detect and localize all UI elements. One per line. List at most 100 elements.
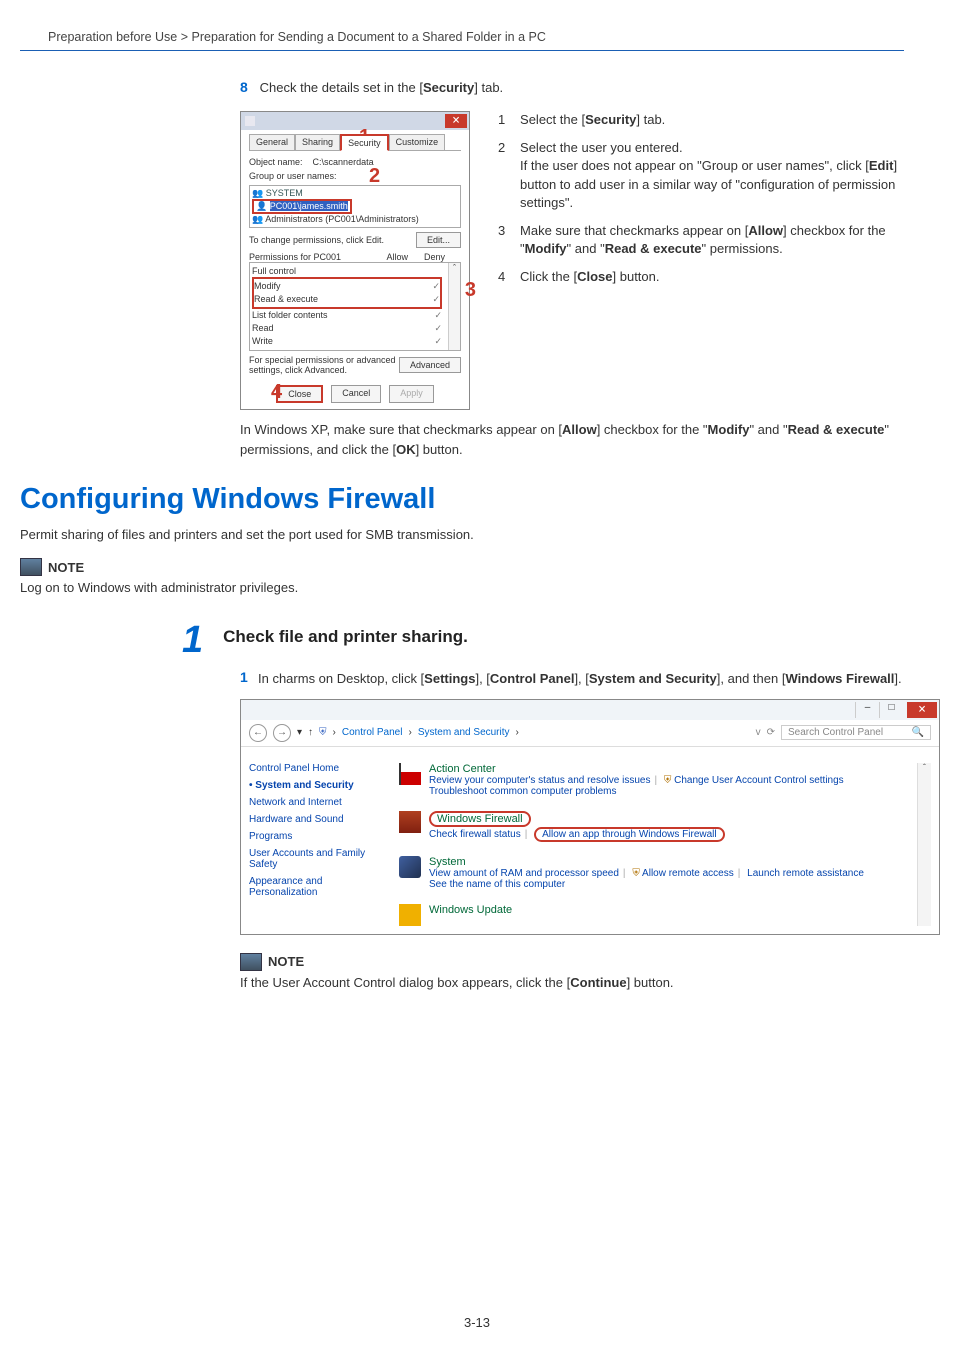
change-perm-label: To change permissions, click Edit. bbox=[249, 235, 384, 245]
system-icon bbox=[399, 856, 421, 878]
substep-number: 1 bbox=[240, 669, 258, 689]
main-step-number: 1 bbox=[182, 621, 203, 659]
tab-general[interactable]: General bbox=[249, 134, 295, 150]
note-label: NOTE bbox=[268, 954, 304, 969]
sidebar-programs[interactable]: Programs bbox=[249, 831, 389, 842]
ac-link-uac[interactable]: Change User Account Control settings bbox=[674, 775, 844, 786]
object-name-label: Object name: bbox=[249, 157, 303, 167]
instruction-list: 1 Select the [Security] tab. 2 Select th… bbox=[498, 111, 904, 297]
cp-main: Action Center Review your computer's sta… bbox=[399, 763, 917, 926]
sys-link-name[interactable]: See the name of this computer bbox=[429, 879, 864, 890]
sidebar-hardware[interactable]: Hardware and Sound bbox=[249, 814, 389, 825]
windows-update-item[interactable]: Windows Update bbox=[399, 904, 917, 926]
cp-scrollbar[interactable]: ˆ bbox=[917, 763, 931, 926]
note-block: NOTE Log on to Windows with administrato… bbox=[20, 558, 904, 595]
breadcrumb-sys[interactable]: System and Security bbox=[418, 727, 510, 738]
perm-read: Read✓ bbox=[252, 322, 442, 335]
group-item-selected[interactable]: 👤 PC001\james.smith bbox=[252, 199, 352, 214]
wf-link-status[interactable]: Check firewall status bbox=[429, 829, 521, 840]
main-step-title: Check file and printer sharing. bbox=[223, 621, 468, 659]
up-icon[interactable]: ↑ bbox=[308, 727, 313, 738]
ac-link-review[interactable]: Review your computer's status and resolv… bbox=[429, 775, 650, 786]
wf-link-allow-app[interactable]: Allow an app through Windows Firewall bbox=[534, 827, 725, 842]
group-label: Group or user names: bbox=[249, 171, 337, 181]
windows-update-icon bbox=[399, 904, 421, 926]
special-perm-label: For special permissions or advanced sett… bbox=[249, 355, 399, 375]
sidebar-appearance[interactable]: Appearance and Personalization bbox=[249, 876, 389, 898]
note-icon bbox=[240, 953, 262, 971]
perm-modify-exec-highlight: Modify✓ Read & execute✓ bbox=[252, 277, 442, 309]
system-item[interactable]: System View amount of RAM and processor … bbox=[399, 856, 917, 890]
control-panel-window: – □ × ← → ▾ ↑ ⛨ › Control Panel › System… bbox=[240, 699, 940, 935]
group-item-system[interactable]: 👥 SYSTEM bbox=[252, 188, 458, 199]
windows-update-title[interactable]: Windows Update bbox=[429, 904, 512, 916]
substep-1: 1 In charms on Desktop, click [Settings]… bbox=[240, 669, 904, 689]
action-center-item[interactable]: Action Center Review your computer's sta… bbox=[399, 763, 917, 797]
inst-num: 2 bbox=[498, 139, 520, 212]
scrollbar[interactable]: ˆ bbox=[448, 263, 460, 350]
groups-listbox[interactable]: 👥 SYSTEM 👤 PC001\james.smith 👥 Administr… bbox=[249, 185, 461, 228]
inst-text: Select the user you entered. If the user… bbox=[520, 139, 904, 212]
search-input[interactable]: Search Control Panel🔍 bbox=[781, 725, 931, 740]
chevron-down-icon[interactable]: ▾ bbox=[297, 727, 302, 738]
dialog-titlebar: × bbox=[241, 112, 469, 130]
perm-for-label: Permissions for PC001 bbox=[249, 252, 341, 262]
minimize-icon[interactable]: – bbox=[855, 702, 879, 718]
note-body: If the User Account Control dialog box a… bbox=[240, 975, 904, 990]
note-body: Log on to Windows with administrator pri… bbox=[20, 580, 904, 595]
firewall-icon bbox=[399, 811, 421, 833]
substep-text: In charms on Desktop, click [Settings], … bbox=[258, 669, 902, 689]
step-8: 8 Check the details set in the [Security… bbox=[240, 79, 904, 95]
allow-header: Allow bbox=[387, 252, 409, 262]
windows-firewall-title[interactable]: Windows Firewall bbox=[429, 811, 531, 827]
security-properties-dialog: × 1 General Sharing Security Customize O… bbox=[240, 111, 470, 410]
sidebar-home[interactable]: Control Panel Home bbox=[249, 763, 389, 774]
sidebar-user-accounts[interactable]: User Accounts and Family Safety bbox=[249, 848, 389, 870]
note-label: NOTE bbox=[48, 560, 84, 575]
ac-link-troubleshoot[interactable]: Troubleshoot common computer problems bbox=[429, 786, 844, 797]
permissions-listbox[interactable]: ˆ 3 Full control Modify✓ Read & execute✓… bbox=[249, 262, 461, 351]
advanced-button[interactable]: Advanced bbox=[399, 357, 461, 373]
cancel-button[interactable]: Cancel bbox=[331, 385, 381, 403]
inst-text: Make sure that checkmarks appear on [All… bbox=[520, 222, 904, 258]
sidebar-system-security[interactable]: System and Security bbox=[249, 780, 389, 791]
inst-text: Select the [Security] tab. bbox=[520, 111, 904, 129]
inst-text: Click the [Close] button. bbox=[520, 268, 904, 286]
inst-num: 4 bbox=[498, 268, 520, 286]
sys-link-remote[interactable]: Allow remote access bbox=[642, 868, 734, 879]
callout-4: 4 bbox=[271, 381, 282, 404]
callout-2: 2 bbox=[369, 165, 380, 188]
tab-customize[interactable]: Customize bbox=[389, 134, 446, 150]
forward-icon[interactable]: → bbox=[273, 724, 291, 742]
windows-firewall-item[interactable]: Windows Firewall Check firewall status| … bbox=[399, 811, 917, 842]
inst-num: 1 bbox=[498, 111, 520, 129]
maximize-icon[interactable]: □ bbox=[879, 702, 903, 718]
window-titlebar: – □ × bbox=[241, 700, 939, 720]
flag-icon bbox=[399, 763, 421, 785]
header-rule bbox=[20, 50, 904, 51]
close-icon[interactable]: × bbox=[445, 114, 467, 128]
perm-list-folder: List folder contents✓ bbox=[252, 309, 442, 322]
note-icon bbox=[20, 558, 42, 576]
note-block-2: NOTE If the User Account Control dialog … bbox=[240, 953, 904, 990]
sys-link-launch[interactable]: Launch remote assistance bbox=[747, 868, 864, 879]
breadcrumb: Preparation before Use > Preparation for… bbox=[20, 30, 904, 44]
sys-link-ram[interactable]: View amount of RAM and processor speed bbox=[429, 868, 619, 879]
group-item-admins[interactable]: 👥 Administrators (PC001\Administrators) bbox=[252, 214, 458, 225]
perm-write: Write✓ bbox=[252, 335, 442, 348]
apply-button[interactable]: Apply bbox=[389, 385, 434, 403]
edit-button[interactable]: Edit... bbox=[416, 232, 461, 248]
system-title[interactable]: System bbox=[429, 856, 864, 868]
tab-security[interactable]: Security bbox=[340, 134, 389, 151]
cp-sidebar: Control Panel Home System and Security N… bbox=[249, 763, 399, 926]
action-center-title[interactable]: Action Center bbox=[429, 763, 844, 775]
sidebar-network[interactable]: Network and Internet bbox=[249, 797, 389, 808]
close-icon[interactable]: × bbox=[907, 702, 937, 718]
close-button[interactable]: Close bbox=[276, 385, 323, 403]
tab-sharing[interactable]: Sharing bbox=[295, 134, 340, 150]
back-icon[interactable]: ← bbox=[249, 724, 267, 742]
deny-header: Deny bbox=[424, 252, 445, 262]
search-icon: 🔍 bbox=[912, 727, 924, 738]
breadcrumb-cp[interactable]: Control Panel bbox=[342, 727, 403, 738]
tabs: General Sharing Security Customize bbox=[249, 134, 461, 151]
